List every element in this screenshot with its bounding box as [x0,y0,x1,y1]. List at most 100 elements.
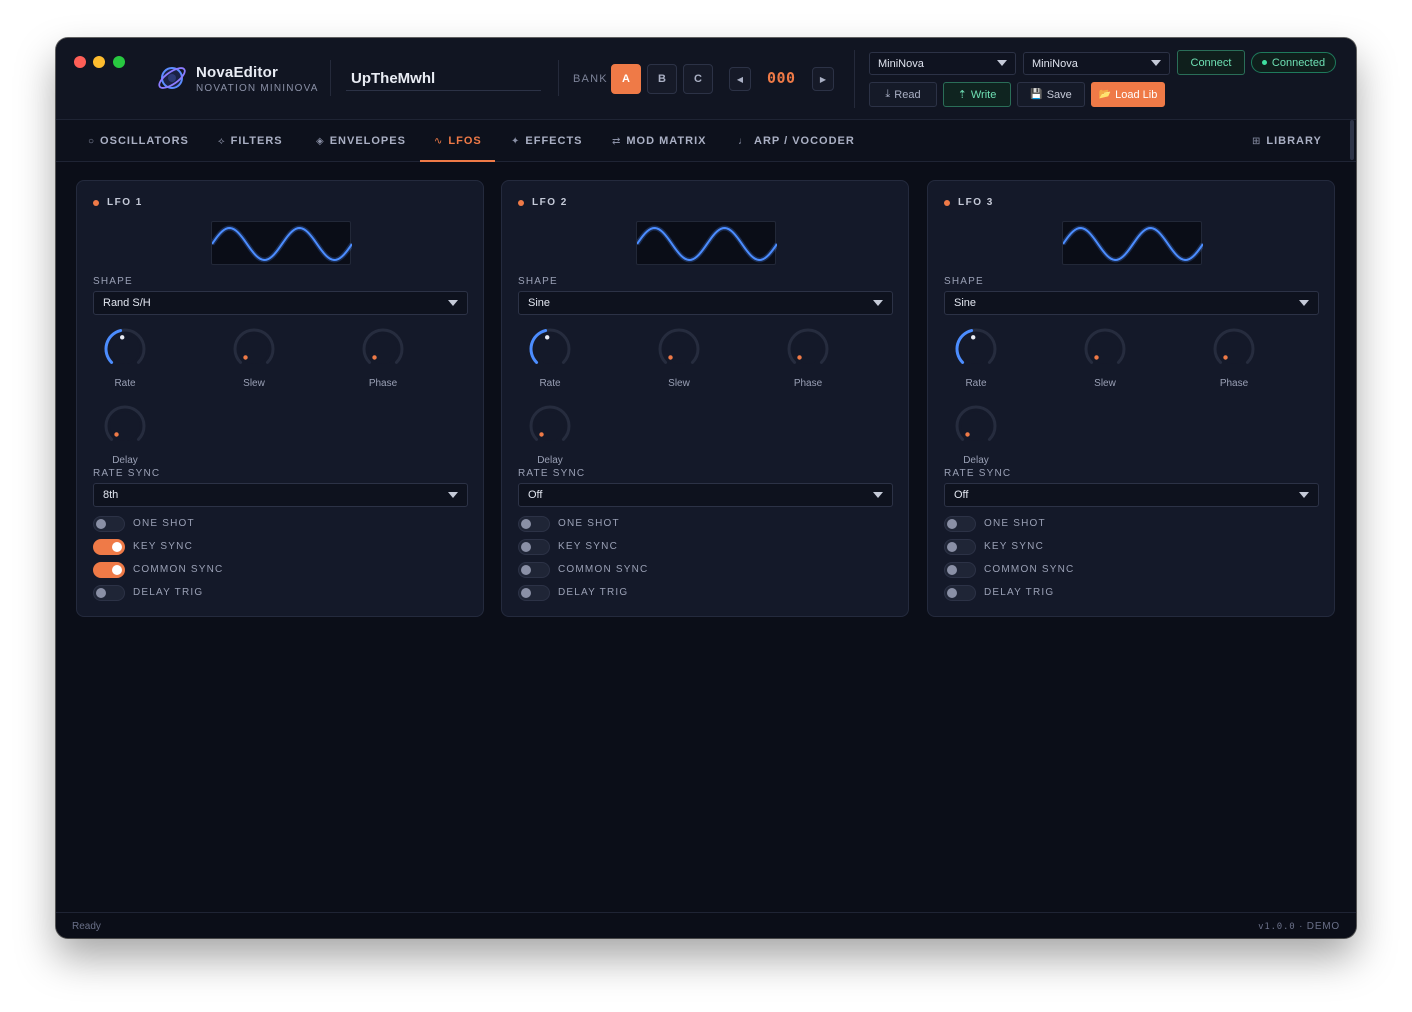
toggle-thumb [521,588,531,598]
knob-label: Delay [963,455,989,466]
bank-a-button[interactable]: A [611,64,641,94]
grid-icon: ⊞ [1252,135,1262,147]
scrollbar-thumb[interactable] [1350,120,1354,160]
sine-wave-icon [637,225,777,263]
key-sync-toggle[interactable] [944,539,976,555]
panel-title: LFO 2 [532,197,568,208]
knob-dial-icon [955,405,997,441]
one-shot-toggle[interactable] [93,516,125,532]
tab-label: FILTERS [230,135,283,147]
status-right: v1.0.0 · DEMO [1258,921,1340,932]
knob-dial-icon [787,328,829,364]
upload-arrow-icon: ⇡ [957,89,967,101]
connect-button[interactable]: Connect [1177,50,1245,75]
save-button[interactable]: 💾 Save [1017,82,1085,107]
load-library-button[interactable]: 📂 Load Lib [1091,82,1165,107]
knob-label: Phase [793,378,823,389]
read-button[interactable]: ⤓ Read [869,82,937,107]
common-sync-label: COMMON SYNC [133,564,224,575]
toggle-thumb [947,565,957,575]
common-sync-toggle[interactable] [93,562,125,578]
app-window: NovaEditor NOVATION MININOVA BANK A B C … [56,38,1356,938]
tab-library[interactable]: ⊞ LIBRARY [1252,120,1322,162]
rate-sync-select[interactable]: 8th [93,483,468,507]
filter-icon: ⟡ [218,135,226,147]
previous-program-button[interactable]: ◀ [729,67,751,91]
bank-c-button[interactable]: C [683,64,713,94]
chevron-down-icon [1151,60,1161,66]
shape-label: SHAPE [944,276,984,287]
knob-phase[interactable] [361,327,405,371]
tab-arp-vocoder[interactable]: ♩ ARP / VOCODER [738,120,855,162]
knob-slew[interactable] [657,327,701,371]
tab-mod-matrix[interactable]: ⇄ MOD MATRIX [612,120,706,162]
midi-output-select[interactable]: MiniNova [1023,52,1170,75]
knob-rate[interactable] [954,327,998,371]
knob-label: Phase [1219,378,1249,389]
common-sync-label: COMMON SYNC [558,564,649,575]
arrow-right-icon: ▶ [819,74,827,84]
bank-b-button[interactable]: B [647,64,677,94]
rate-sync-label: RATE SYNC [93,468,161,479]
knob-slew[interactable] [1083,327,1127,371]
tab-lfos[interactable]: ∿ LFOS [434,120,482,162]
toggle-thumb [947,519,957,529]
knob-delay[interactable] [528,404,572,448]
rate-sync-select[interactable]: Off [518,483,893,507]
knob-phase[interactable] [1212,327,1256,371]
sparkle-icon: ✦ [511,135,521,147]
lfo-panel: LFO 1 SHAPE Rand S/H Rate Slew Phase Delay RATE… [76,180,484,617]
knob-dial-icon [658,328,700,364]
close-window-button[interactable] [74,56,86,68]
rate-sync-label: RATE SYNC [518,468,586,479]
one-shot-label: ONE SHOT [133,518,195,529]
shape-select[interactable]: Sine [944,291,1319,315]
brand-subtitle: NOVATION MININOVA [196,83,319,94]
waveform-preview [636,221,777,265]
knob-rate[interactable] [103,327,147,371]
knob-delay[interactable] [103,404,147,448]
delay-trig-toggle[interactable] [93,585,125,601]
one-shot-toggle[interactable] [944,516,976,532]
knob-phase[interactable] [786,327,830,371]
common-sync-toggle[interactable] [518,562,550,578]
knob-dial-icon [362,328,404,364]
brand-name: NovaEditor [196,64,279,81]
tab-label: ENVELOPES [329,135,406,147]
shape-select[interactable]: Sine [518,291,893,315]
delay-trig-label: DELAY TRIG [133,587,204,598]
knob-dial-icon [529,405,571,441]
patch-name-input[interactable] [346,66,541,91]
delay-trig-toggle[interactable] [518,585,550,601]
delay-trig-toggle[interactable] [944,585,976,601]
key-sync-toggle[interactable] [93,539,125,555]
toggle-thumb [947,588,957,598]
midi-input-select[interactable]: MiniNova [869,52,1016,75]
version-label: v1.0.0 [1258,922,1296,932]
one-shot-toggle[interactable] [518,516,550,532]
diamond-icon: ◈ [316,135,325,147]
status-dot-icon [1261,60,1267,65]
knob-label: Phase [368,378,398,389]
shape-select[interactable]: Rand S/H [93,291,468,315]
tab-envelopes[interactable]: ◈ ENVELOPES [316,120,406,162]
zoom-window-button[interactable] [113,56,125,68]
chevron-down-icon [448,492,458,498]
tab-filters[interactable]: ⟡ FILTERS [218,120,283,162]
next-program-button[interactable]: ▶ [812,67,834,91]
sine-wave-icon [212,225,352,263]
rate-sync-select[interactable]: Off [944,483,1319,507]
shape-label: SHAPE [518,276,558,287]
tab-oscillators[interactable]: ○ OSCILLATORS [88,120,189,162]
common-sync-toggle[interactable] [944,562,976,578]
waveform-preview [1062,221,1203,265]
knob-rate[interactable] [528,327,572,371]
delay-trig-label: DELAY TRIG [558,587,629,598]
knob-delay[interactable] [954,404,998,448]
write-button[interactable]: ⇡ Write [943,82,1011,107]
minimize-window-button[interactable] [93,56,105,68]
knob-slew[interactable] [232,327,276,371]
chevron-down-icon [1299,300,1309,306]
tab-effects[interactable]: ✦ EFFECTS [511,120,583,162]
key-sync-toggle[interactable] [518,539,550,555]
